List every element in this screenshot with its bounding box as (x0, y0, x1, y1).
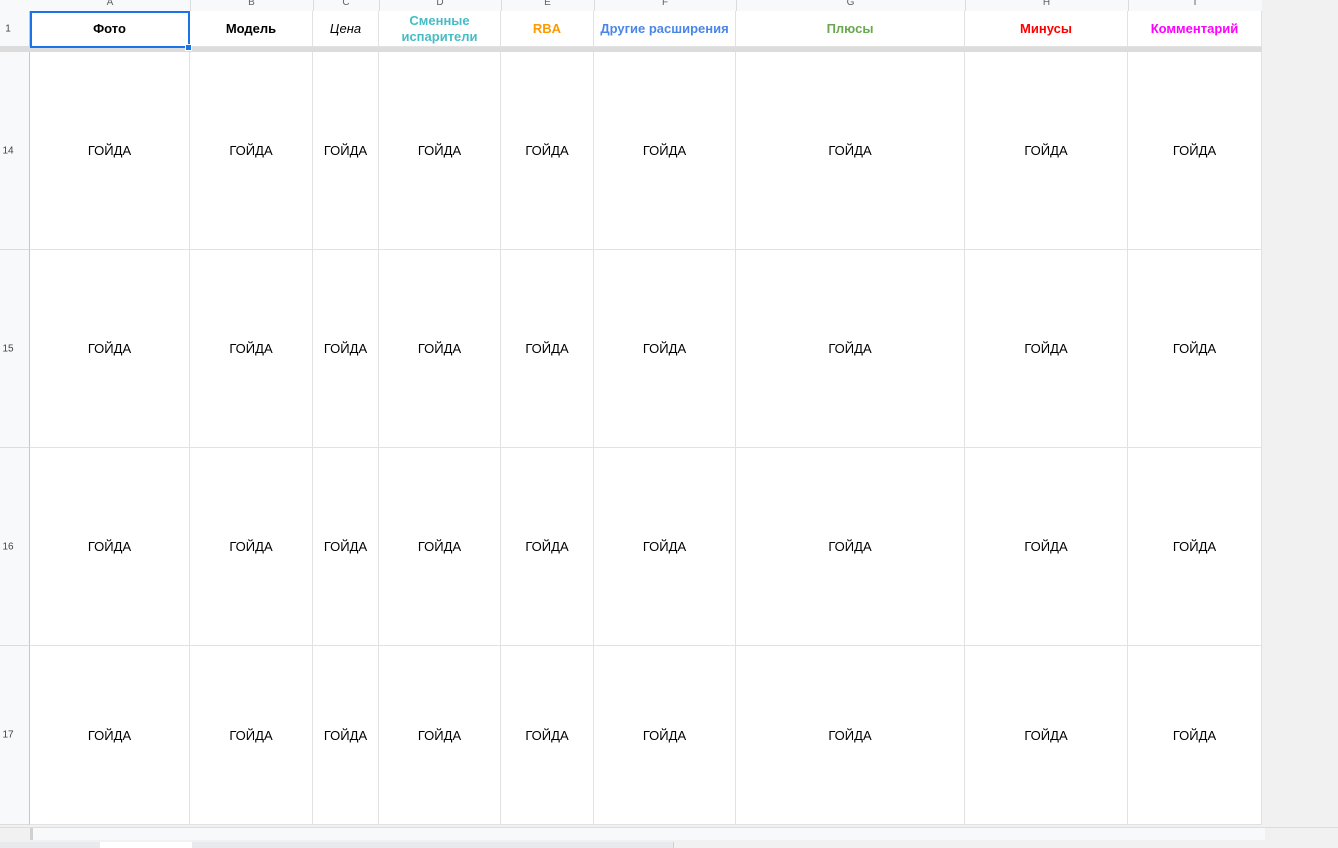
cell-e16[interactable]: ГОЙДА (501, 448, 594, 646)
column-header-h[interactable]: H (965, 0, 1129, 11)
column-header-g[interactable]: G (736, 0, 966, 11)
column-header-c[interactable]: C (313, 0, 380, 11)
sheet-bottom-bar (0, 827, 1338, 848)
cell-b15[interactable]: ГОЙДА (190, 250, 313, 448)
cell-e17[interactable]: ГОЙДА (501, 646, 594, 825)
cell-a16[interactable]: ГОЙДА (30, 448, 190, 646)
cell-a15[interactable]: ГОЙДА (30, 250, 190, 448)
header-cell-f[interactable]: Другие расширения (594, 11, 736, 47)
cell-b17[interactable]: ГОЙДА (190, 646, 313, 825)
cell-h17[interactable]: ГОЙДА (965, 646, 1128, 825)
row-number: 17 (2, 729, 14, 741)
row-number: 1 (5, 23, 11, 34)
row-header-16[interactable]: 16 (0, 448, 30, 646)
cell-d14[interactable]: ГОЙДА (379, 52, 501, 250)
column-letter: A (106, 0, 114, 8)
column-header-d[interactable]: D (379, 0, 502, 11)
header-cell-h[interactable]: Минусы (965, 11, 1128, 47)
row-header-14[interactable]: 14 (0, 52, 30, 250)
cell-f14[interactable]: ГОЙДА (594, 52, 736, 250)
row-header-15[interactable]: 15 (0, 250, 30, 448)
cell-f17[interactable]: ГОЙДА (594, 646, 736, 825)
cell-b14[interactable]: ГОЙДА (190, 52, 313, 250)
sheet-tab[interactable] (478, 842, 574, 848)
cell-g17[interactable]: ГОЙДА (736, 646, 965, 825)
active-cell-selection (30, 11, 190, 48)
cell-c14[interactable]: ГОЙДА (313, 52, 379, 250)
header-cell-e[interactable]: RBA (501, 11, 594, 47)
cell-h14[interactable]: ГОЙДА (965, 52, 1128, 250)
sheet-tab[interactable] (385, 842, 479, 848)
column-letter: D (436, 0, 444, 8)
column-letter: E (544, 0, 551, 8)
cell-h15[interactable]: ГОЙДА (965, 250, 1128, 448)
sheet-empty-area (1262, 0, 1338, 827)
cell-d15[interactable]: ГОЙДА (379, 250, 501, 448)
cell-i17[interactable]: ГОЙДА (1128, 646, 1262, 825)
cell-f16[interactable]: ГОЙДА (594, 448, 736, 646)
sheet-tab[interactable] (0, 842, 101, 848)
column-letter: F (661, 0, 669, 8)
cell-i15[interactable]: ГОЙДА (1128, 250, 1262, 448)
header-cell-i[interactable]: Комментарий (1128, 11, 1262, 47)
sheet-tab[interactable] (573, 842, 674, 848)
sheet-grid: Фото Модель Цена Сменные испарители RBA Други… (30, 11, 1262, 825)
cell-b16[interactable]: ГОЙДА (190, 448, 313, 646)
frozen-row-divider[interactable] (0, 47, 1338, 52)
sheet-tabs (0, 842, 1338, 848)
cell-e14[interactable]: ГОЙДА (501, 52, 594, 250)
cell-g15[interactable]: ГОЙДА (736, 250, 965, 448)
cell-d17[interactable]: ГОЙДА (379, 646, 501, 825)
row-header-1[interactable]: 1 (0, 11, 30, 47)
header-cell-d[interactable]: Сменные испарители (379, 11, 501, 47)
column-letter: I (1193, 0, 1197, 8)
cell-f15[interactable]: ГОЙДА (594, 250, 736, 448)
cell-g16[interactable]: ГОЙДА (736, 448, 965, 646)
sheet-tab-active[interactable] (100, 842, 193, 848)
column-header-a[interactable]: A (30, 0, 191, 11)
column-letter: C (342, 0, 350, 8)
row-number: 15 (2, 343, 14, 354)
header-cell-b[interactable]: Модель (190, 11, 313, 47)
header-cell-c[interactable]: Цена (313, 11, 379, 47)
column-header-b[interactable]: B (190, 0, 314, 11)
column-letter: G (846, 0, 855, 8)
header-cell-g[interactable]: Плюсы (736, 11, 965, 47)
horizontal-scrollbar[interactable] (30, 828, 1265, 840)
cell-c16[interactable]: ГОЙДА (313, 448, 379, 646)
column-header-e[interactable]: E (501, 0, 595, 11)
cell-g14[interactable]: ГОЙДА (736, 52, 965, 250)
row-header-17[interactable]: 17 (0, 646, 30, 825)
column-letter: H (1042, 0, 1051, 8)
row-number: 16 (2, 541, 14, 552)
cell-e15[interactable]: ГОЙДА (501, 250, 594, 448)
column-header-f[interactable]: F (594, 0, 737, 11)
cell-c17[interactable]: ГОЙДА (313, 646, 379, 825)
column-letter: B (248, 0, 255, 8)
cell-i14[interactable]: ГОЙДА (1128, 52, 1262, 250)
cell-h16[interactable]: ГОЙДА (965, 448, 1128, 646)
column-header-i[interactable]: I (1128, 0, 1263, 11)
row-number: 14 (2, 145, 14, 156)
cell-i16[interactable]: ГОЙДА (1128, 448, 1262, 646)
cell-a14[interactable]: ГОЙДА (30, 52, 190, 250)
sheet-tab[interactable] (192, 842, 291, 848)
fill-handle[interactable] (185, 44, 192, 51)
cell-d16[interactable]: ГОЙДА (379, 448, 501, 646)
cell-a17[interactable]: ГОЙДА (30, 646, 190, 825)
cell-c15[interactable]: ГОЙДА (313, 250, 379, 448)
sheet-tab[interactable] (290, 842, 386, 848)
